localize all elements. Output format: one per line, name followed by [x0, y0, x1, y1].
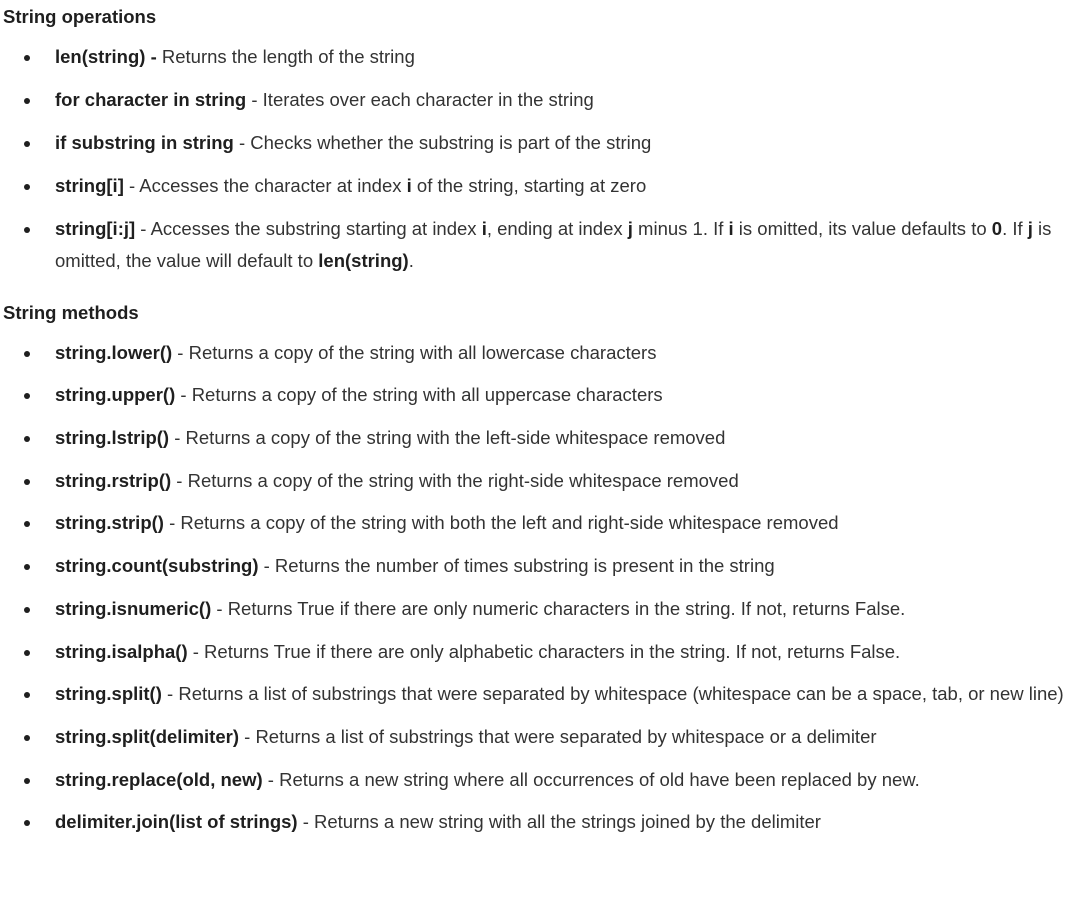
term: len(string) -	[55, 46, 157, 67]
description-emphasis: 0	[991, 218, 1003, 239]
description: - Returns True if there are only numeric…	[211, 597, 906, 619]
description: - Accesses the character at index i of t…	[124, 175, 646, 196]
operations-list: len(string) - Returns the length of the …	[3, 41, 1085, 277]
description: - Accesses the substring starting at ind…	[55, 218, 1051, 271]
list-item: for character in string - Iterates over …	[3, 84, 1085, 116]
description: - Iterates over each character in the st…	[246, 89, 594, 110]
bullet-icon	[24, 521, 30, 528]
term: string.upper()	[55, 384, 176, 406]
description: - Returns the number of times substring …	[258, 555, 775, 577]
bullet-icon	[24, 393, 30, 400]
bullet-icon	[24, 98, 30, 104]
list-item: string.strip() - Returns a copy of the s…	[3, 507, 1085, 539]
bullet-icon	[24, 350, 30, 357]
term: string.lstrip()	[55, 427, 170, 449]
term: string.count(substring)	[55, 555, 259, 577]
bullet-icon	[24, 777, 30, 784]
term: string.isnumeric()	[55, 597, 212, 619]
term: if substring in string	[55, 132, 234, 153]
term: string.isalpha()	[55, 640, 188, 662]
description-emphasis: len(string)	[318, 250, 409, 271]
description: - Returns a copy of the string with all …	[172, 341, 657, 363]
section-title-operations: String operations	[3, 6, 157, 27]
term: for character in string	[55, 89, 247, 110]
section-title-methods: String methods	[3, 302, 139, 323]
term: string[i:j]	[55, 218, 136, 239]
term: string.strip()	[55, 512, 164, 534]
term: string.replace(old, new)	[55, 768, 263, 790]
bullet-icon	[24, 141, 30, 147]
bullet-icon	[24, 478, 30, 485]
bullet-icon	[24, 734, 30, 741]
list-item: string.split(delimiter) - Returns a list…	[3, 721, 1085, 753]
list-item: string.split() - Returns a list of subst…	[3, 678, 1085, 710]
term: string.split()	[55, 683, 162, 705]
list-item: string.rstrip() - Returns a copy of the …	[3, 465, 1085, 497]
term: string[i]	[55, 175, 124, 196]
list-item: string.count(substring) - Returns the nu…	[3, 550, 1085, 582]
description-text: . If	[1002, 218, 1028, 239]
list-item: string[i:j] - Accesses the substring sta…	[3, 213, 1085, 277]
term: delimiter.join(list of strings)	[55, 811, 298, 833]
description-text: .	[408, 250, 414, 271]
bullet-icon	[24, 649, 30, 656]
document-page: String operations len(string) - Returns …	[0, 0, 1085, 912]
bullet-icon	[24, 436, 30, 443]
description-text: of the string, starting at zero	[411, 175, 647, 196]
description: - Returns a new string with all the stri…	[297, 811, 821, 833]
list-item: string.isnumeric() - Returns True if the…	[3, 593, 1085, 625]
description: - Returns a copy of the string with the …	[169, 427, 726, 449]
methods-list: string.lower() - Returns a copy of the s…	[3, 337, 1085, 839]
description: - Returns a new string where all occurre…	[262, 768, 920, 790]
list-item: string.isalpha() - Returns True if there…	[3, 636, 1085, 668]
list-item: string.lstrip() - Returns a copy of the …	[3, 422, 1085, 454]
description: - Returns a list of substrings that were…	[161, 683, 1064, 705]
list-item: string.upper() - Returns a copy of the s…	[3, 379, 1085, 411]
description-text: minus 1. If	[632, 218, 729, 239]
bullet-icon	[24, 55, 30, 61]
term: string.rstrip()	[55, 469, 172, 491]
term: string.split(delimiter)	[55, 725, 239, 747]
list-item: delimiter.join(list of strings) - Return…	[3, 806, 1085, 838]
description: - Returns a copy of the string with both…	[163, 512, 839, 534]
description: - Returns a list of substrings that were…	[239, 725, 877, 747]
description-text: - Accesses the character at index	[123, 175, 407, 196]
description: - Returns a copy of the string with all …	[175, 384, 663, 406]
bullet-icon	[24, 184, 30, 190]
term: string.lower()	[55, 341, 173, 363]
description-text: , ending at index	[486, 218, 628, 239]
list-item: string[i] - Accesses the character at in…	[3, 170, 1085, 202]
bullet-icon	[24, 564, 30, 571]
description: - Returns a copy of the string with the …	[171, 469, 739, 491]
list-item: string.lower() - Returns a copy of the s…	[3, 337, 1085, 369]
bullet-icon	[24, 692, 30, 699]
description-text: is omitted, its value defaults to	[733, 218, 992, 239]
list-item: if substring in string - Checks whether …	[3, 127, 1085, 159]
description: - Returns True if there are only alphabe…	[187, 640, 901, 662]
description: Returns the length of the string	[156, 46, 415, 67]
bullet-icon	[24, 820, 30, 827]
bullet-icon	[24, 227, 30, 233]
description: - Checks whether the substring is part o…	[233, 132, 652, 153]
list-item: string.replace(old, new) - Returns a new…	[3, 764, 1085, 796]
list-item: len(string) - Returns the length of the …	[3, 41, 1085, 73]
description-text: - Accesses the substring starting at ind…	[135, 218, 482, 239]
bullet-icon	[24, 606, 30, 613]
